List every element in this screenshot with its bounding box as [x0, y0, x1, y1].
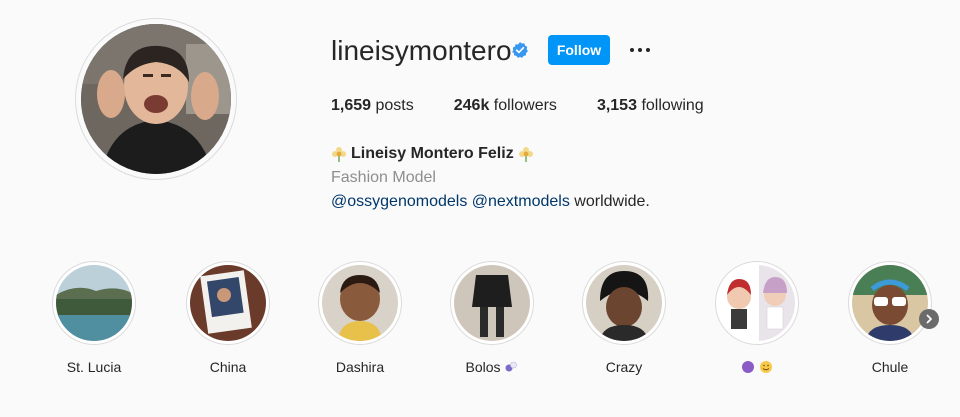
- highlight-cover: [719, 265, 795, 341]
- highlight-cover: [322, 265, 398, 341]
- profile-stats: 1,659 posts 246k followers 3,153 followi…: [331, 97, 744, 115]
- highlight-emoji[interactable]: [702, 261, 812, 375]
- followers-count: 246k: [453, 97, 490, 114]
- highlight-cover: [586, 265, 662, 341]
- highlight-label: Dashira: [335, 359, 385, 375]
- highlight-crazy[interactable]: Crazy: [569, 261, 679, 375]
- smiling-face-icon: [759, 361, 772, 373]
- highlight-ring: [52, 261, 136, 345]
- profile-category: Fashion Model: [331, 169, 436, 186]
- bio-tail: worldwide.: [574, 193, 650, 210]
- flower-icon: [518, 147, 533, 162]
- full-name: Lineisy Montero Feliz: [351, 145, 514, 162]
- profile-username: lineisymontero: [331, 35, 512, 66]
- follow-button[interactable]: Follow: [548, 35, 610, 65]
- profile-avatar[interactable]: [75, 18, 237, 180]
- highlight-ring: [715, 261, 799, 345]
- highlight-china[interactable]: China: [173, 261, 283, 375]
- highlight-cover: [852, 265, 928, 341]
- highlight-dashira[interactable]: Dashira: [305, 261, 415, 375]
- following-count: 3,153: [596, 97, 637, 114]
- bio-text: @ossygenomodels @nextmodels worldwide.: [331, 190, 650, 214]
- highlight-label: China: [209, 359, 247, 375]
- purple-circle-icon: [742, 361, 755, 373]
- highlight-label: Chule: [871, 359, 909, 375]
- more-options-icon[interactable]: [626, 38, 654, 62]
- highlight-ring: [450, 261, 534, 345]
- highlight-label: St. Lucia: [66, 359, 122, 375]
- posts-count: 1,659: [331, 97, 372, 114]
- followers-stat[interactable]: 246k followers: [454, 97, 557, 115]
- followers-label: followers: [493, 97, 557, 114]
- mention-link-ossygenomodels[interactable]: @ossygenomodels: [331, 193, 467, 210]
- following-stat[interactable]: 3,153 following: [597, 97, 704, 115]
- mention-link-nextmodels[interactable]: @nextmodels: [472, 193, 570, 210]
- highlight-bolos[interactable]: Bolos: [437, 261, 547, 375]
- highlight-cover: [56, 265, 132, 341]
- posts-label: posts: [375, 97, 414, 114]
- story-highlights: St. Lucia China Dashira Bolos Crazy Chul…: [0, 261, 960, 381]
- highlight-ring: [848, 261, 932, 345]
- avatar-photo: [81, 24, 231, 174]
- highlight-label: Bolos: [437, 359, 547, 375]
- posts-stat: 1,659 posts: [331, 97, 414, 115]
- full-name-row: Lineisy Montero Feliz: [331, 142, 650, 166]
- profile-bio: Lineisy Montero Feliz Fashion Model @oss…: [331, 142, 650, 214]
- highlight-st-lucia[interactable]: St. Lucia: [39, 261, 149, 375]
- highlight-ring: [318, 261, 402, 345]
- highlight-label-text: Bolos: [465, 359, 501, 375]
- chevron-right-icon[interactable]: [919, 309, 939, 329]
- flower-icon: [332, 147, 346, 162]
- verified-badge-icon: [512, 42, 528, 58]
- highlight-label: [702, 359, 812, 375]
- highlight-label: Crazy: [605, 359, 643, 375]
- highlight-cover: [190, 265, 266, 341]
- following-label: following: [641, 97, 704, 114]
- highlight-ring: [186, 261, 270, 345]
- balloons-icon: [505, 361, 518, 372]
- highlight-ring: [582, 261, 666, 345]
- highlight-cover: [454, 265, 530, 341]
